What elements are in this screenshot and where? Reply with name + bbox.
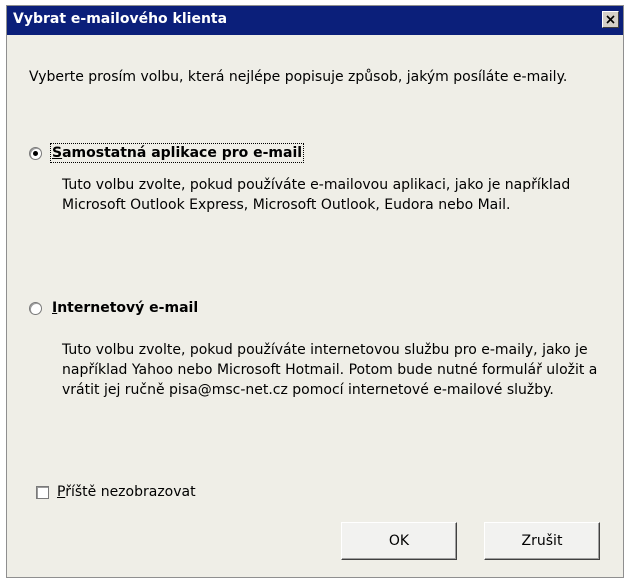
radio-internet-email[interactable]: Internetový e-mail (29, 298, 198, 318)
ok-button[interactable]: OK (341, 522, 457, 560)
cancel-button[interactable]: Zrušit (484, 522, 600, 560)
dont-show-again-checkbox[interactable] (36, 485, 49, 499)
internet-email-description: Tuto volbu zvolte, pokud používáte inter… (62, 342, 598, 398)
radio-button-checked[interactable] (29, 146, 42, 160)
intro-text: Vyberte prosím volbu, která nejlépe popi… (29, 69, 568, 85)
standalone-app-description: Tuto volbu zvolte, pokud používáte e-mai… (62, 177, 571, 213)
close-icon (606, 15, 615, 24)
title-bar: Vybrat e-mailového klienta (7, 6, 623, 35)
close-button[interactable] (602, 11, 619, 28)
email-client-dialog: Vybrat e-mailového klienta Vyberte prosí… (6, 5, 624, 578)
dialog-title: Vybrat e-mailového klienta (13, 11, 228, 27)
dont-show-again-checkbox-row[interactable]: Příště nezobrazovat (36, 484, 196, 500)
internet-email-label[interactable]: Internetový e-mail (52, 300, 198, 316)
standalone-app-label[interactable]: Samostatná aplikace pro e-mail (49, 143, 305, 163)
radio-button-unchecked[interactable] (29, 301, 42, 315)
radio-standalone-app[interactable]: Samostatná aplikace pro e-mail (29, 143, 305, 163)
dont-show-again-label[interactable]: Příště nezobrazovat (57, 484, 196, 500)
